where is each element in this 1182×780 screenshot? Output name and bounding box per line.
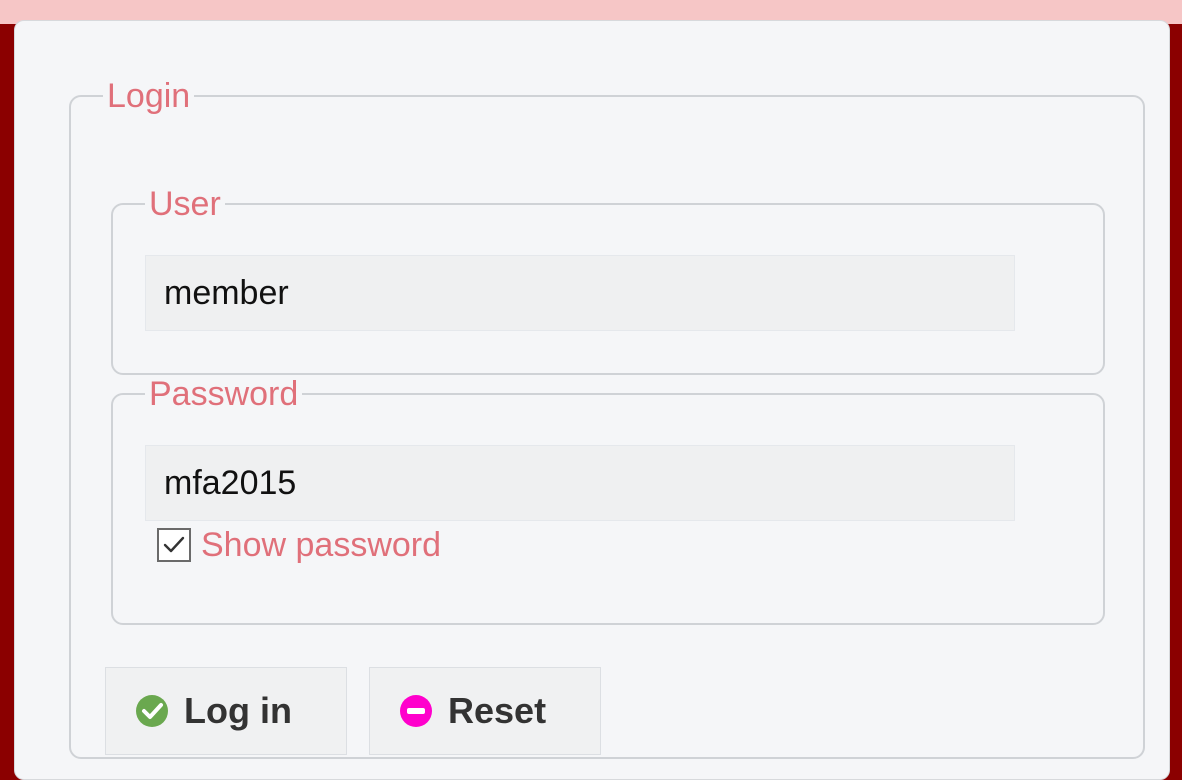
password-fieldset: Password Show password xyxy=(111,377,1105,625)
minus-circle-icon xyxy=(400,695,432,727)
show-password-row[interactable]: Show password xyxy=(157,525,441,565)
user-legend: User xyxy=(149,185,221,223)
password-legend: Password xyxy=(149,375,299,413)
user-fieldset: User xyxy=(111,187,1105,375)
login-fieldset: Login User Password Show password xyxy=(69,79,1145,759)
login-button[interactable]: Log in xyxy=(105,667,347,755)
password-input[interactable] xyxy=(145,445,1015,521)
check-circle-icon xyxy=(136,695,168,727)
show-password-label: Show password xyxy=(201,525,442,564)
login-container: Login User Password Show password xyxy=(14,20,1170,780)
login-legend: Login xyxy=(107,77,191,115)
user-input[interactable] xyxy=(145,255,1015,331)
checkmark-icon xyxy=(163,536,185,553)
reset-button[interactable]: Reset xyxy=(369,667,601,755)
reset-button-label: Reset xyxy=(448,690,547,731)
show-password-checkbox[interactable] xyxy=(157,528,191,562)
login-button-label: Log in xyxy=(184,690,292,731)
